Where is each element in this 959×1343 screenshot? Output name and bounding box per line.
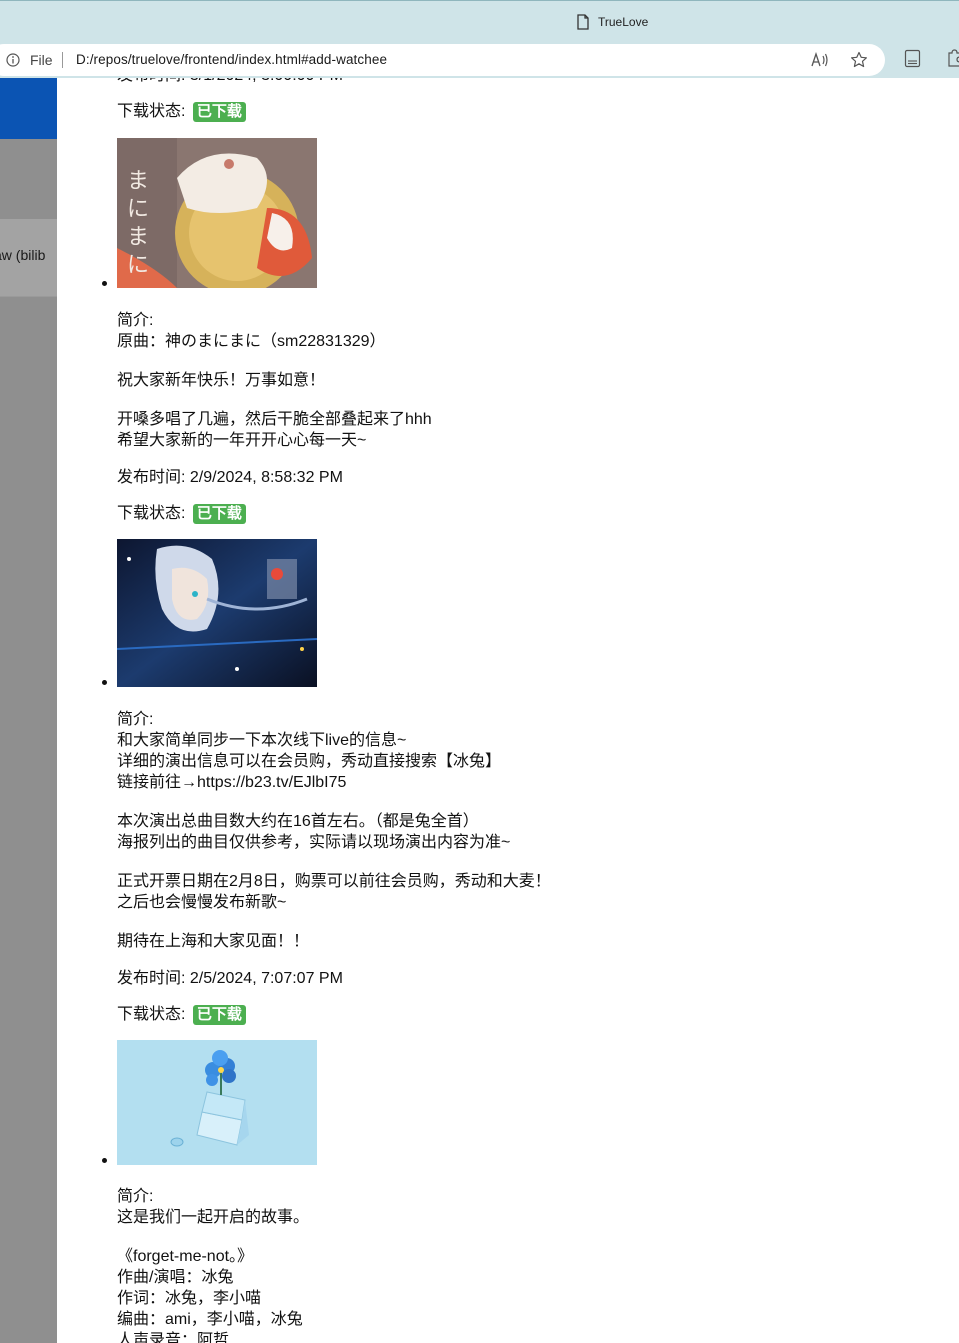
svg-text:に: に — [127, 253, 149, 278]
sidebar-dimmed: aw (bilib — [0, 78, 57, 1343]
sidebar-item-label: aw (bilib — [0, 247, 46, 263]
status-badge: 已下载 — [192, 504, 246, 524]
published-time: 发布时间: 3/1/2024, 3:00:00 PM — [117, 78, 343, 86]
download-status-label: 下载状态: — [117, 1006, 190, 1023]
download-status: 下载状态: 已下载 — [117, 1004, 246, 1025]
intro-line: 人声录音：阿哲 — [117, 1332, 230, 1343]
published-label: 发布时间: — [117, 469, 190, 486]
intro-line: 本次演出总曲目数大约在16首左右。（都是兔全首） — [117, 813, 479, 830]
intro-line: 链接前往→https://b23.tv/EJlbI75 — [117, 774, 347, 791]
address-separator — [62, 52, 63, 68]
intro-label: 简介: — [117, 1188, 154, 1205]
download-status: 下载状态: 已下载 — [117, 503, 246, 524]
svg-text:ま: ま — [127, 169, 149, 194]
address-bar-row: File D:/repos/truelove/frontend/index.ht… — [0, 42, 959, 78]
intro-line: 这是我们一起开启的故事。 — [117, 1209, 310, 1226]
published-value: 2/9/2024, 8:58:32 PM — [189, 469, 343, 486]
intro-line: 详细的演出信息可以在会员购，秀动直接搜索【冰兔】 — [117, 753, 502, 770]
list-bullet — [102, 680, 107, 685]
intro-line: 和大家简单同步一下本次线下live的信息~ — [117, 732, 407, 749]
intro-line: 作曲/演唱：冰兔 — [117, 1269, 234, 1286]
intro-label: 简介: — [117, 711, 154, 728]
list-bullet — [102, 281, 107, 286]
published-time: 发布时间: 2/9/2024, 8:58:32 PM — [117, 467, 343, 488]
favorite-star-icon[interactable] — [850, 51, 868, 69]
extensions-icon[interactable] — [946, 49, 959, 67]
active-tab[interactable]: TrueLove — [576, 12, 648, 32]
sidebar-header — [0, 78, 57, 139]
intro-line: 之后也会慢慢发布新歌~ — [117, 894, 287, 911]
read-aloud-icon[interactable] — [811, 52, 829, 68]
anime-girl-night-thumbnail[interactable] — [117, 539, 317, 687]
intro-line: 编曲：ami，李小喵，冰兔 — [117, 1311, 303, 1328]
ice-cube-flower-thumbnail[interactable] — [117, 1040, 317, 1165]
info-icon[interactable] — [6, 53, 20, 67]
intro-line: 期待在上海和大家见面！！ — [117, 933, 310, 950]
download-status-label: 下载状态: — [117, 505, 190, 522]
published-time: 发布时间: 2/5/2024, 7:07:07 PM — [117, 968, 343, 989]
browser-title-bar: TrueLove — [0, 0, 959, 42]
intro-line: 海报列出的曲目仅供参考，实际请以现场演出内容为准~ — [117, 834, 511, 851]
status-badge: 已下载 — [192, 1005, 246, 1025]
reading-view-icon[interactable] — [904, 49, 921, 68]
intro-line: 原曲：神のまにまに（sm22831329） — [117, 333, 386, 350]
download-status: 下载状态: 已下载 — [117, 101, 246, 122]
status-badge: 已下载 — [192, 102, 246, 122]
intro-line: 《forget-me-not。》 — [117, 1248, 254, 1265]
svg-text:ま: ま — [127, 225, 149, 250]
dragon-illustration-thumbnail[interactable]: ま に ま に — [117, 138, 317, 288]
intro-label: 简介: — [117, 312, 154, 329]
watchee-post-list: 发布时间: 3/1/2024, 3:00:00 PM 下载状态: 已下载 ま に… — [57, 78, 959, 1343]
file-scheme-label: File — [30, 52, 53, 68]
page-icon — [577, 14, 589, 30]
address-bar[interactable]: File D:/repos/truelove/frontend/index.ht… — [0, 44, 885, 76]
sidebar-item[interactable]: aw (bilib — [0, 219, 57, 297]
intro-line: 开嗓多唱了几遍，然后干脆全部叠起来了hhh — [117, 411, 432, 428]
intro-line: 作词：冰兔，李小喵 — [117, 1290, 262, 1307]
published-value: 2/5/2024, 7:07:07 PM — [189, 970, 343, 987]
intro-line: 祝大家新年快乐！万事如意！ — [117, 372, 326, 389]
published-label: 发布时间: — [117, 970, 190, 987]
download-status-label: 下载状态: — [117, 103, 190, 120]
intro-line: 希望大家新的一年开开心心每一天~ — [117, 432, 367, 449]
tab-title: TrueLove — [598, 15, 649, 29]
intro-line: 正式开票日期在2月8日，购票可以前往会员购，秀动和大麦！ — [117, 873, 551, 890]
svg-text:に: に — [127, 197, 149, 222]
url-text[interactable]: D:/repos/truelove/frontend/index.html#ad… — [76, 52, 387, 67]
list-bullet — [102, 1158, 107, 1163]
